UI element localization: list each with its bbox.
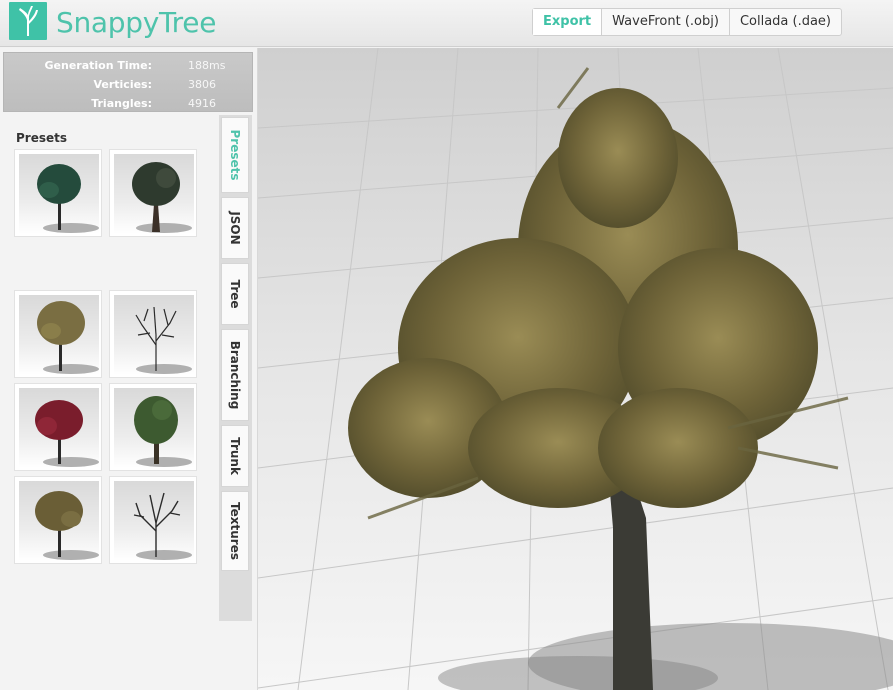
stat-value: 4916	[188, 97, 216, 110]
stat-label: Verticies:	[93, 78, 152, 91]
stat-label: Generation Time:	[44, 59, 152, 72]
preset-1-thumbnail[interactable]	[14, 149, 102, 237]
stat-verticies: Verticies: 3806	[4, 75, 254, 94]
preset-7-thumbnail[interactable]	[14, 476, 102, 564]
tab-label: JSON	[228, 211, 242, 245]
stat-label: Triangles:	[91, 97, 152, 110]
preset-2-thumbnail[interactable]	[109, 149, 197, 237]
app-title: SnappyTree	[56, 6, 217, 39]
tab-trunk[interactable]: Trunk	[221, 425, 249, 487]
presets-heading: Presets	[16, 131, 68, 145]
stats-panel: Generation Time: 188ms Verticies: 3806 T…	[3, 52, 253, 112]
top-bar: SnappyTree Export WaveFront (.obj) Colla…	[0, 0, 893, 47]
preset-4-thumbnail[interactable]	[109, 290, 197, 378]
stat-value: 3806	[188, 78, 216, 91]
export-button[interactable]: Export	[533, 9, 602, 35]
tab-textures[interactable]: Textures	[221, 491, 249, 571]
export-obj-button[interactable]: WaveFront (.obj)	[601, 9, 729, 35]
stat-value: 188ms	[188, 59, 226, 72]
tab-label: Branching	[228, 340, 242, 410]
sidebar: Generation Time: 188ms Verticies: 3806 T…	[0, 48, 258, 690]
tab-branching[interactable]: Branching	[221, 329, 249, 421]
3d-tree-viewport[interactable]	[258, 48, 893, 690]
tab-label: Textures	[228, 502, 242, 560]
tab-label: Tree	[228, 279, 242, 309]
export-dae-button[interactable]: Collada (.dae)	[728, 9, 841, 35]
tree-render	[258, 48, 893, 690]
tab-presets[interactable]: Presets	[221, 117, 249, 193]
tree-logo-icon	[9, 2, 47, 40]
tab-json[interactable]: JSON	[221, 197, 249, 259]
preset-6-thumbnail[interactable]	[109, 383, 197, 471]
preset-3-thumbnail[interactable]	[14, 290, 102, 378]
export-toolbar: Export WaveFront (.obj) Collada (.dae)	[532, 8, 843, 36]
stat-generation-time: Generation Time: 188ms	[4, 56, 254, 75]
preset-5-thumbnail[interactable]	[14, 383, 102, 471]
tab-tree[interactable]: Tree	[221, 263, 249, 325]
tab-label: Trunk	[228, 437, 242, 475]
tab-label: Presets	[228, 129, 242, 181]
preset-8-thumbnail[interactable]	[109, 476, 197, 564]
stat-triangles: Triangles: 4916	[4, 94, 254, 113]
side-tab-bar: Presets JSON Tree Branching Trunk Textur…	[219, 115, 252, 621]
